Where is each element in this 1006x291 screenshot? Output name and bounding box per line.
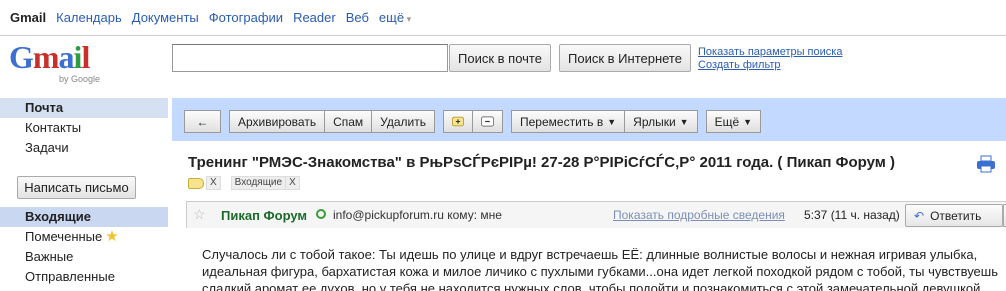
minus-icon [481,116,494,127]
gmail-logo[interactable]: Gmail by Google [9,41,105,87]
labels-button[interactable]: Ярлыки ▼ [625,110,698,133]
chevron-down-icon: ▼ [607,116,617,127]
sidebar: Почта Контакты Задачи [0,98,168,158]
topnav-reader[interactable]: Reader [293,10,336,25]
message-subject: Тренинг "РМЭС-Знакомства" в РњРѕСЃРєРІРµ… [188,154,895,171]
gmail-logo-wordmark: Gmail [9,39,90,75]
message-toolbar: ← Архивировать Спам Удалить Переместить … [184,110,762,133]
sidebar-item-starred-label: Помеченные [25,229,103,244]
recipient: кому: мне [447,208,502,222]
folder-list: Входящие Помеченные ★ Важные Отправленные [0,207,168,287]
message-header: ☆ Пикап Форум info@pickupforum.ru кому: … [186,201,1006,228]
online-status-icon [316,209,326,219]
compose-button[interactable]: Написать письмо [17,176,136,199]
more-actions-label: Ещё [714,114,740,129]
move-to-label: Переместить в [520,114,604,129]
sidebar-item-contacts[interactable]: Контакты [0,118,168,138]
search-input[interactable] [172,44,448,72]
delete-button[interactable]: Удалить [372,110,435,133]
create-filter-link[interactable]: Создать фильтр [698,59,842,72]
topnav-web[interactable]: Веб [346,10,369,25]
reply-button[interactable]: ↶ Ответить [905,204,1003,227]
chevron-down-icon: ▼ [743,116,753,127]
back-button[interactable]: ← [184,110,221,133]
message-labels: X Входящие X [188,176,300,190]
logo-by-google: by Google [59,74,101,84]
topnav-photos[interactable]: Фотографии [209,10,283,25]
sender-email-address: info@pickupforum.ru [333,208,444,222]
move-to-button[interactable]: Переместить в ▼ [511,110,626,133]
sidebar-item-tasks[interactable]: Задачи [0,138,168,158]
mark-important-button[interactable] [443,110,473,133]
message-panel: ← Архивировать Спам Удалить Переместить … [172,98,1006,291]
reply-arrow-icon: ↶ [914,208,925,223]
more-actions-button[interactable]: Ещё ▼ [705,110,762,133]
important-tag-icon[interactable] [188,177,204,189]
label-inbox: Входящие [230,176,287,190]
print-icon[interactable] [976,155,996,173]
message-time: 5:37 (11 ч. назад) [804,208,900,222]
sidebar-item-sent[interactable]: Отправленные [0,267,168,287]
star-icon: ★ [105,228,119,245]
topnav-more[interactable]: ещё [379,10,411,25]
topnav-gmail[interactable]: Gmail [10,10,46,25]
label-inbox-remove[interactable]: X [286,176,300,190]
search-mail-button[interactable]: Поиск в почте [449,44,551,72]
show-details-link[interactable]: Показать подробные сведения [613,208,785,222]
back-arrow-icon: ← [196,114,209,129]
topnav-calendar[interactable]: Календарь [56,10,122,25]
spam-button[interactable]: Спам [325,110,373,133]
search-web-button[interactable]: Поиск в Интернете [559,44,691,72]
archive-button[interactable]: Архивировать [229,110,326,133]
sidebar-item-starred[interactable]: Помеченные ★ [0,227,168,247]
chevron-down-icon: ▼ [679,116,689,127]
labels-label: Ярлыки [633,114,676,129]
reply-label: Ответить [930,208,982,223]
search-links: Показать параметры поиска Создать фильтр [698,46,842,72]
sidebar-item-mail[interactable]: Почта [0,98,168,118]
body-line: Случалось ли с тобой такое: Ты идешь по … [202,247,978,262]
search-options-link[interactable]: Показать параметры поиска [698,46,842,59]
important-tag-remove[interactable]: X [206,176,221,190]
mark-unimportant-button[interactable] [473,110,503,133]
star-icon[interactable]: ☆ [193,206,206,223]
body-line: сладкий аромат ее духов, но у тебя не на… [202,281,985,291]
sender-name[interactable]: Пикап Форум [221,208,307,223]
sidebar-item-inbox[interactable]: Входящие [0,207,168,227]
top-nav: Gmail Календарь Документы Фотографии Rea… [0,0,1006,36]
sidebar-item-important[interactable]: Важные [0,247,168,267]
sender-email: info@pickupforum.ru кому: мне [333,208,502,222]
message-body: Случалось ли с тобой такое: Ты идешь по … [202,246,1002,291]
plus-icon [452,116,464,127]
topnav-docs[interactable]: Документы [132,10,199,25]
body-line: идеальная фигура, бархатистая кожа и мил… [202,264,998,279]
